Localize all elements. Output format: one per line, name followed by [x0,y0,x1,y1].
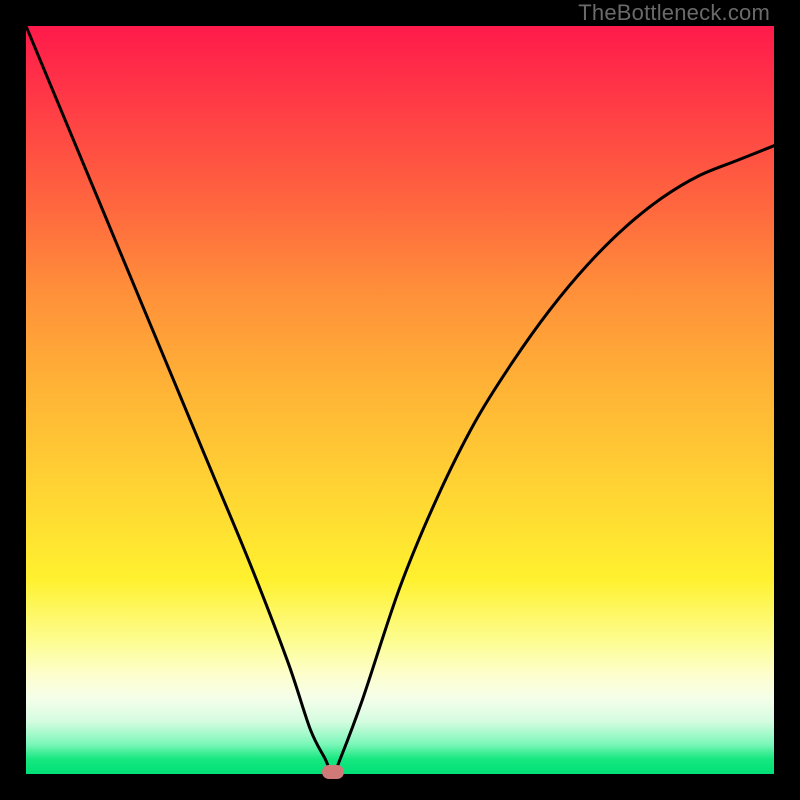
bottleneck-curve [26,26,774,774]
watermark-text: TheBottleneck.com [578,0,770,26]
plot-area [26,26,774,774]
chart-frame: TheBottleneck.com [0,0,800,800]
optimal-point-marker [322,765,344,779]
